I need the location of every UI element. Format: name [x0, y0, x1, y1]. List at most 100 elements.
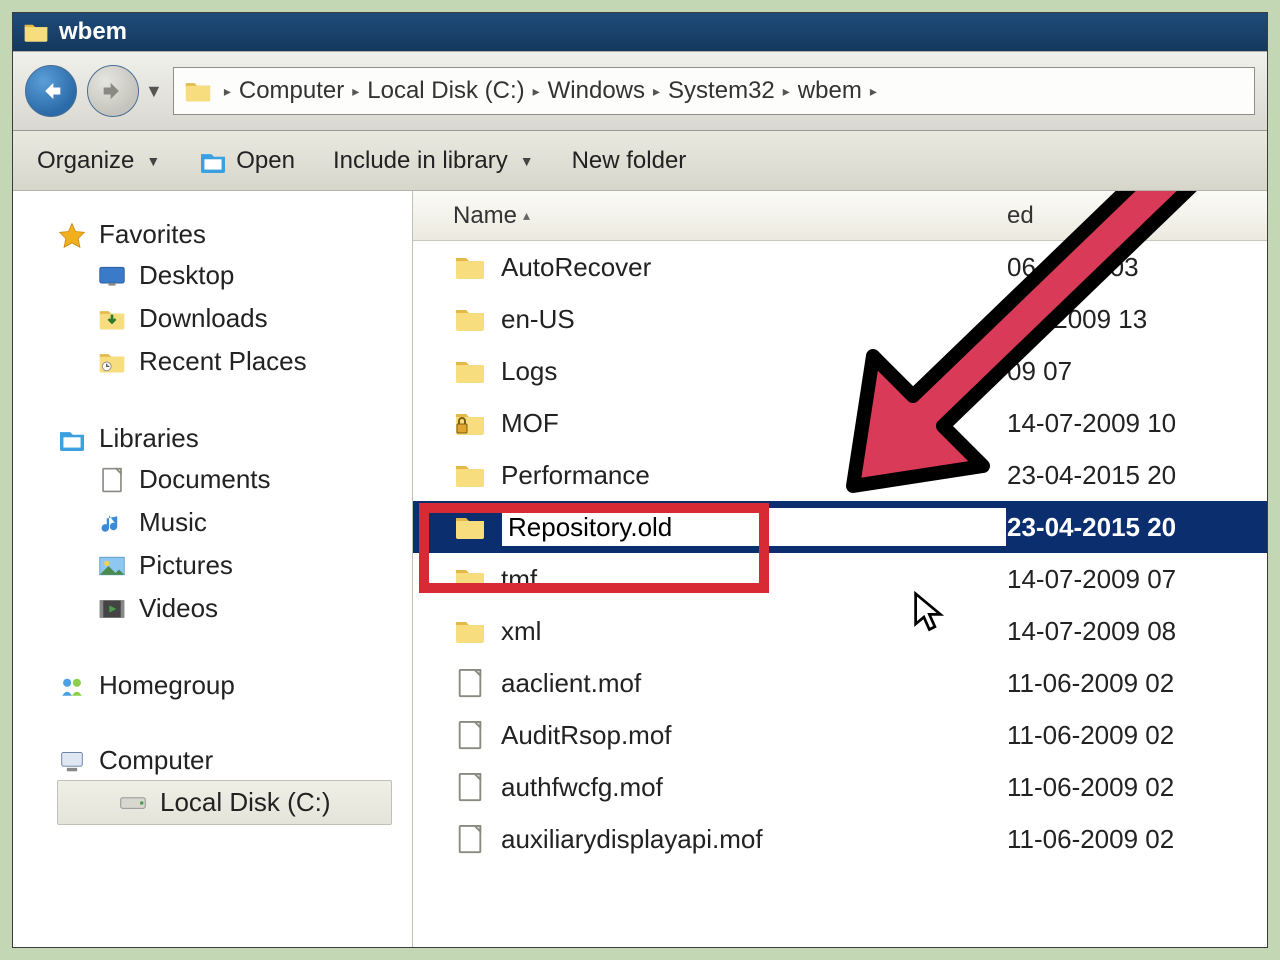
file-row[interactable]: xml14-07-2009 08 — [413, 605, 1267, 657]
file-row[interactable]: AutoRecover06-2013 03 — [413, 241, 1267, 293]
file-row[interactable]: tmf14-07-2009 07 — [413, 553, 1267, 605]
sidebar-item-desktop[interactable]: Desktop — [57, 254, 412, 297]
chevron-right-icon[interactable]: ▸ — [533, 83, 540, 100]
organize-button[interactable]: Organize▼ — [37, 147, 160, 175]
desktop-icon — [97, 263, 127, 289]
sidebar-item-recent-places[interactable]: Recent Places — [57, 340, 412, 383]
favorites-group: Favorites Desktop Downloads Recent Place… — [57, 215, 412, 383]
file-name: AuditRsop.mof — [501, 720, 1007, 751]
breadcrumb-segment[interactable]: Windows — [548, 77, 645, 105]
videos-icon — [97, 596, 127, 622]
folder-icon — [453, 356, 487, 386]
folder-icon — [453, 460, 487, 490]
file-icon — [453, 720, 487, 750]
homegroup-header[interactable]: Homegroup — [57, 666, 412, 705]
file-name: MOF — [501, 408, 1007, 439]
downloads-icon — [97, 306, 127, 332]
file-name: auxiliarydisplayapi.mof — [501, 824, 1007, 855]
libraries-group: Libraries Documents Music Pictures Video… — [57, 419, 412, 630]
navigation-pane: Favorites Desktop Downloads Recent Place… — [13, 191, 413, 947]
column-header-name[interactable]: Name ▴ — [453, 202, 1007, 230]
chevron-right-icon[interactable]: ▸ — [352, 83, 359, 100]
favorites-header[interactable]: Favorites — [57, 215, 412, 254]
address-bar: ▼ ▸ Computer ▸ Local Disk (C:) ▸ Windows… — [13, 51, 1267, 131]
folder-icon — [453, 304, 487, 334]
sort-asc-icon: ▴ — [523, 207, 530, 224]
new-folder-button[interactable]: New folder — [572, 147, 687, 175]
file-icon — [453, 772, 487, 802]
column-header-date[interactable]: ed — [1007, 202, 1267, 230]
file-row[interactable]: MOF14-07-2009 10 — [413, 397, 1267, 449]
file-name: authfwcfg.mof — [501, 772, 1007, 803]
sidebar-item-videos[interactable]: Videos — [57, 587, 412, 630]
sidebar-item-documents[interactable]: Documents — [57, 458, 412, 501]
breadcrumb-field[interactable]: ▸ Computer ▸ Local Disk (C:) ▸ Windows ▸… — [173, 67, 1255, 115]
file-date: 14-07-2009 10 — [1007, 408, 1267, 439]
star-icon — [57, 222, 87, 248]
titlebar-folder-icon — [23, 21, 49, 43]
file-icon — [453, 668, 487, 698]
file-date: 11-06-2009 02 — [1007, 772, 1267, 803]
drive-icon — [118, 790, 148, 816]
file-date: 06-2013 03 — [1007, 252, 1267, 283]
explorer-window: wbem ▼ ▸ Computer ▸ Local Disk (C:) ▸ Wi… — [12, 12, 1268, 948]
chevron-down-icon: ▼ — [146, 153, 160, 169]
chevron-right-icon[interactable]: ▸ — [224, 83, 231, 100]
folder-locked-icon — [453, 408, 487, 438]
open-folder-icon — [198, 148, 228, 174]
file-date: 23-04-2015 20 — [1007, 512, 1267, 543]
include-in-library-button[interactable]: Include in library▼ — [333, 147, 534, 175]
rename-input[interactable]: Repository.old — [501, 507, 1007, 547]
chevron-down-icon: ▼ — [520, 153, 534, 169]
libraries-header[interactable]: Libraries — [57, 419, 412, 458]
file-row[interactable]: authfwcfg.mof11-06-2009 02 — [413, 761, 1267, 813]
content-area: Favorites Desktop Downloads Recent Place… — [13, 191, 1267, 947]
file-name: AutoRecover — [501, 252, 1007, 283]
file-date: 11-06-2009 02 — [1007, 720, 1267, 751]
file-list-pane: Name ▴ ed AutoRecover06-2013 03en-US-07-… — [413, 191, 1267, 947]
file-list[interactable]: AutoRecover06-2013 03en-US-07-2009 13Log… — [413, 241, 1267, 865]
chevron-right-icon[interactable]: ▸ — [783, 83, 790, 100]
back-button[interactable] — [25, 65, 77, 117]
homegroup-group: Homegroup — [57, 666, 412, 705]
column-headers: Name ▴ ed — [413, 191, 1267, 241]
breadcrumb-segment[interactable]: wbem — [798, 77, 862, 105]
file-row[interactable]: en-US-07-2009 13 — [413, 293, 1267, 345]
sidebar-item-local-disk[interactable]: Local Disk (C:) — [57, 780, 392, 825]
nav-history-dropdown[interactable]: ▼ — [145, 81, 163, 102]
forward-button[interactable] — [87, 65, 139, 117]
file-name: en-US — [501, 304, 1007, 335]
sidebar-item-music[interactable]: Music — [57, 501, 412, 544]
file-icon — [453, 824, 487, 854]
file-date: 09 07 — [1007, 356, 1267, 387]
chevron-right-icon[interactable]: ▸ — [870, 83, 877, 100]
chevron-right-icon[interactable]: ▸ — [653, 83, 660, 100]
folder-icon — [453, 252, 487, 282]
file-row[interactable]: Performance23-04-2015 20 — [413, 449, 1267, 501]
titlebar[interactable]: wbem — [13, 13, 1267, 51]
computer-header[interactable]: Computer — [57, 741, 412, 780]
music-icon — [97, 510, 127, 536]
file-date: -07-2009 13 — [1007, 304, 1267, 335]
computer-icon — [57, 748, 87, 774]
file-row[interactable]: Repository.old23-04-2015 20 — [413, 501, 1267, 553]
file-row[interactable]: auxiliarydisplayapi.mof11-06-2009 02 — [413, 813, 1267, 865]
breadcrumb-segment[interactable]: Computer — [239, 77, 344, 105]
breadcrumb-segment[interactable]: Local Disk (C:) — [367, 77, 524, 105]
file-row[interactable]: Logs09 07 — [413, 345, 1267, 397]
libraries-icon — [57, 426, 87, 452]
computer-group: Computer Local Disk (C:) — [57, 741, 412, 825]
file-date: 14-07-2009 08 — [1007, 616, 1267, 647]
sidebar-item-pictures[interactable]: Pictures — [57, 544, 412, 587]
folder-icon — [453, 564, 487, 594]
open-button[interactable]: Open — [198, 147, 295, 175]
file-name: xml — [501, 616, 1007, 647]
homegroup-icon — [57, 673, 87, 699]
sidebar-item-downloads[interactable]: Downloads — [57, 297, 412, 340]
file-name: Logs — [501, 356, 1007, 387]
document-icon — [97, 467, 127, 493]
file-row[interactable]: AuditRsop.mof11-06-2009 02 — [413, 709, 1267, 761]
breadcrumb-segment[interactable]: System32 — [668, 77, 775, 105]
file-date: 11-06-2009 02 — [1007, 668, 1267, 699]
file-row[interactable]: aaclient.mof11-06-2009 02 — [413, 657, 1267, 709]
